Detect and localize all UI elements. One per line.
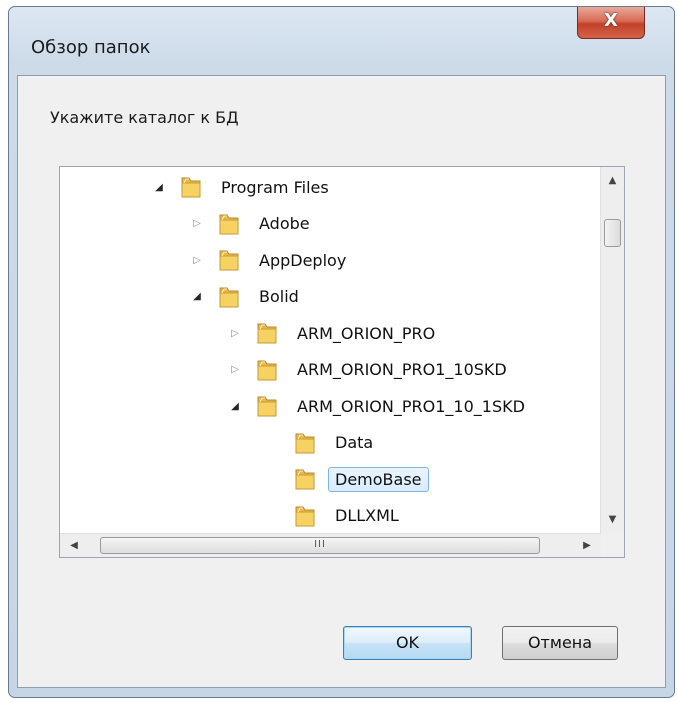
tree-node[interactable]: ▷ AppDeploy	[190, 242, 353, 278]
folder-icon	[219, 287, 239, 307]
scroll-grip: III	[314, 539, 326, 550]
folder-icon	[257, 396, 277, 417]
folder-icon	[257, 360, 277, 380]
window-title: Обзор папок	[31, 37, 151, 58]
folder-icon	[219, 250, 239, 271]
tree-node[interactable]: DLLXML	[266, 498, 406, 534]
tree-node[interactable]: ◢ Program Files	[152, 169, 336, 205]
collapsed-triangle-icon[interactable]: ▷	[190, 253, 204, 267]
tree-node[interactable]: ▷ ARM_ORION_PRO	[228, 315, 442, 351]
horizontal-scrollbar[interactable]: ◀ III ▶	[60, 533, 601, 557]
dialog-client-area: Укажите каталог к БД ◢ Program Files ▷ Adob…	[17, 75, 666, 688]
title-bar[interactable]: Обзор папок X	[9, 7, 674, 85]
vertical-scroll-thumb[interactable]	[604, 219, 621, 247]
tree-node[interactable]: ▷ Adobe	[190, 206, 317, 242]
tree-node-label: Bolid	[259, 287, 299, 306]
tree-node-label: DLLXML	[335, 506, 399, 525]
tree-node-label: ARM_ORION_PRO1_10_1SKD	[297, 396, 525, 416]
folder-icon	[295, 506, 315, 526]
expanded-triangle-icon[interactable]: ◢	[190, 290, 204, 304]
tree-node[interactable]: ◢ Bolid	[190, 279, 306, 315]
tree-node[interactable]: Data	[266, 425, 380, 461]
tree-node-label: Data	[335, 433, 374, 452]
collapsed-triangle-icon[interactable]: ▷	[190, 217, 204, 231]
expanded-triangle-icon[interactable]: ◢	[228, 399, 242, 413]
tree-node[interactable]: DemoBase	[266, 461, 429, 497]
vertical-scrollbar[interactable]: ▲ ▼	[600, 167, 624, 534]
collapsed-triangle-icon[interactable]: ▷	[228, 363, 242, 377]
folder-icon	[219, 214, 239, 234]
scroll-up-icon[interactable]: ▲	[601, 167, 624, 195]
tree-node-label: AppDeploy	[259, 250, 347, 270]
tree-node[interactable]: ▷ ARM_ORION_PRO1_10SKD	[228, 352, 514, 388]
dialog-prompt: Укажите каталог к БД	[50, 108, 239, 127]
folder-icon	[257, 323, 277, 344]
horizontal-scroll-thumb[interactable]: III	[100, 537, 540, 554]
collapsed-triangle-icon[interactable]: ▷	[228, 326, 242, 340]
scroll-right-icon[interactable]: ▶	[573, 534, 601, 557]
folder-tree[interactable]: ◢ Program Files ▷ Adobe ▷ AppDeploy ◢ Bolid ▷ ARM…	[59, 166, 625, 558]
dialog-window: Обзор папок X Укажите каталог к БД ◢ Prog…	[8, 6, 675, 698]
close-icon: X	[604, 10, 618, 31]
tree-node-label: Adobe	[259, 214, 310, 233]
scroll-left-icon[interactable]: ◀	[60, 534, 88, 557]
folder-icon	[295, 469, 315, 490]
scroll-down-icon[interactable]: ▼	[601, 506, 624, 534]
folder-icon	[181, 177, 201, 198]
tree-node-label: DemoBase	[328, 466, 429, 492]
ok-button[interactable]: OK	[343, 626, 472, 660]
folder-icon	[295, 433, 315, 453]
tree-node-label: ARM_ORION_PRO	[297, 323, 436, 343]
scroll-corner	[601, 534, 624, 557]
expanded-triangle-icon[interactable]: ◢	[152, 180, 166, 194]
close-button[interactable]: X	[577, 7, 645, 39]
cancel-button[interactable]: Отмена	[502, 626, 618, 660]
tree-node-label: Program Files	[221, 177, 329, 197]
tree-node-label: ARM_ORION_PRO1_10SKD	[297, 360, 507, 379]
tree-node[interactable]: ◢ ARM_ORION_PRO1_10_1SKD	[228, 388, 532, 424]
